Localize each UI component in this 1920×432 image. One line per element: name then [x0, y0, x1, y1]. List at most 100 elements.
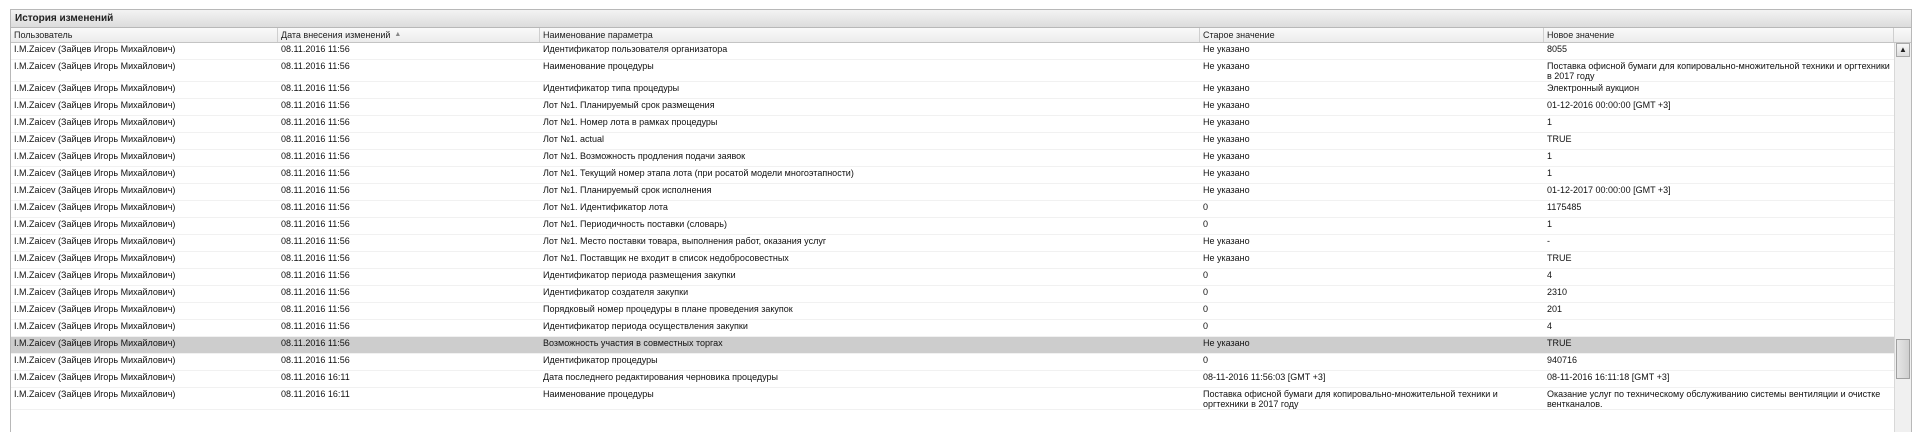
table-row[interactable]: I.M.Zaicev (Зайцев Игорь Михайлович) 08.1…: [11, 43, 1894, 60]
cell-date: 08.11.2016 11:56: [281, 304, 350, 314]
column-header-new[interactable]: Новое значение: [1544, 28, 1894, 42]
cell-old-value: Не указано: [1203, 44, 1250, 54]
cell-date: 08.11.2016 11:56: [281, 61, 350, 71]
cell-param: Порядковый номер процедуры в плане прове…: [543, 304, 793, 314]
cell-new-value: TRUE: [1547, 338, 1572, 348]
table-row[interactable]: I.M.Zaicev (Зайцев Игорь Михайлович) 08.1…: [11, 252, 1894, 269]
column-header-date[interactable]: Дата внесения изменений ▲: [278, 28, 540, 42]
table-row[interactable]: I.M.Zaicev (Зайцев Игорь Михайлович) 08.1…: [11, 320, 1894, 337]
grid-header: Пользователь Дата внесения изменений ▲ На…: [11, 28, 1911, 43]
table-row[interactable]: I.M.Zaicev (Зайцев Игорь Михайлович) 08.1…: [11, 201, 1894, 218]
cell-new-value: 01-12-2016 00:00:00 [GMT +3]: [1547, 100, 1671, 110]
column-header-param[interactable]: Наименование параметра: [540, 28, 1200, 42]
cell-param: Дата последнего редактирования черновика…: [543, 372, 779, 382]
cell-old-value: Не указано: [1203, 236, 1250, 246]
cell-param: Лот №1. Номер лота в рамках процедуры: [543, 117, 718, 127]
cell-user: I.M.Zaicev (Зайцев Игорь Михайлович): [14, 304, 176, 314]
table-row[interactable]: I.M.Zaicev (Зайцев Игорь Михайлович) 08.1…: [11, 388, 1894, 410]
column-header-old[interactable]: Старое значение: [1200, 28, 1544, 42]
cell-param: Наименование процедуры: [543, 61, 654, 71]
cell-date: 08.11.2016 11:56: [281, 134, 350, 144]
table-row[interactable]: I.M.Zaicev (Зайцев Игорь Михайлович) 08.1…: [11, 354, 1894, 371]
cell-old-value: Не указано: [1203, 134, 1250, 144]
table-row[interactable]: I.M.Zaicev (Зайцев Игорь Михайлович) 08.1…: [11, 116, 1894, 133]
cell-new-value: 1: [1547, 117, 1553, 127]
cell-user: I.M.Zaicev (Зайцев Игорь Михайлович): [14, 287, 176, 297]
cell-old-value: 0: [1203, 355, 1209, 365]
cell-date: 08.11.2016 11:56: [281, 338, 350, 348]
header-scroll-spacer: [1894, 28, 1911, 42]
table-row[interactable]: I.M.Zaicev (Зайцев Игорь Михайлович) 08.1…: [11, 235, 1894, 252]
cell-new-value: 1175485: [1547, 202, 1582, 212]
cell-date: 08.11.2016 11:56: [281, 168, 350, 178]
table-row[interactable]: I.M.Zaicev (Зайцев Игорь Михайлович) 08.1…: [11, 60, 1894, 82]
cell-param: Лот №1. Планируемый срок исполнения: [543, 185, 712, 195]
cell-user: I.M.Zaicev (Зайцев Игорь Михайлович): [14, 253, 176, 263]
table-row[interactable]: I.M.Zaicev (Зайцев Игорь Михайлович) 08.1…: [11, 218, 1894, 235]
cell-user: I.M.Zaicev (Зайцев Игорь Михайлович): [14, 83, 176, 93]
cell-new-value: 940716: [1547, 355, 1578, 365]
cell-new-value: 01-12-2017 00:00:00 [GMT +3]: [1547, 185, 1671, 195]
cell-param: Идентификатор периода осуществления заку…: [543, 321, 748, 331]
cell-date: 08.11.2016 11:56: [281, 100, 350, 110]
table-row[interactable]: I.M.Zaicev (Зайцев Игорь Михайлович) 08.1…: [11, 167, 1894, 184]
cell-old-value: 0: [1203, 270, 1209, 280]
cell-user: I.M.Zaicev (Зайцев Игорь Михайлович): [14, 61, 176, 71]
cell-old-value: Не указано: [1203, 61, 1250, 71]
cell-param: Лот №1. Текущий номер этапа лота (при ро…: [543, 168, 854, 178]
sort-ascending-icon: ▲: [394, 31, 402, 38]
table-row[interactable]: I.M.Zaicev (Зайцев Игорь Михайлович) 08.1…: [11, 133, 1894, 150]
cell-new-value: -: [1547, 236, 1550, 246]
cell-user: I.M.Zaicev (Зайцев Игорь Михайлович): [14, 100, 176, 110]
cell-old-value: Не указано: [1203, 168, 1250, 178]
cell-user: I.M.Zaicev (Зайцев Игорь Михайлович): [14, 44, 176, 54]
cell-user: I.M.Zaicev (Зайцев Игорь Михайлович): [14, 389, 176, 399]
cell-user: I.M.Zaicev (Зайцев Игорь Михайлович): [14, 117, 176, 127]
column-header-user[interactable]: Пользователь: [11, 28, 278, 42]
cell-date: 08.11.2016 11:56: [281, 236, 350, 246]
cell-old-value: Не указано: [1203, 100, 1250, 110]
cell-date: 08.11.2016 16:11: [281, 372, 350, 382]
scroll-up-arrow-icon[interactable]: ▲: [1896, 43, 1910, 57]
table-row[interactable]: I.M.Zaicev (Зайцев Игорь Михайлович) 08.1…: [11, 184, 1894, 201]
table-row[interactable]: I.M.Zaicev (Зайцев Игорь Михайлович) 08.1…: [11, 371, 1894, 388]
cell-date: 08.11.2016 11:56: [281, 321, 350, 331]
table-row[interactable]: I.M.Zaicev (Зайцев Игорь Михайлович) 08.1…: [11, 337, 1894, 354]
grid-rows: I.M.Zaicev (Зайцев Игорь Михайлович) 08.1…: [11, 43, 1894, 432]
cell-old-value: Не указано: [1203, 338, 1250, 348]
cell-new-value: 1: [1547, 219, 1553, 229]
cell-param: Лот №1. Планируемый срок размещения: [543, 100, 715, 110]
cell-new-value: 4: [1547, 321, 1553, 331]
cell-old-value: Поставка офисной бумаги для копировально…: [1203, 389, 1498, 409]
cell-new-value: TRUE: [1547, 253, 1572, 263]
cell-new-value: TRUE: [1547, 134, 1572, 144]
cell-new-value: Поставка офисной бумаги для копировально…: [1547, 61, 1890, 81]
table-row[interactable]: I.M.Zaicev (Зайцев Игорь Михайлович) 08.1…: [11, 150, 1894, 167]
cell-user: I.M.Zaicev (Зайцев Игорь Михайлович): [14, 372, 176, 382]
vertical-scrollbar[interactable]: ▲: [1894, 43, 1911, 432]
table-row[interactable]: I.M.Zaicev (Зайцев Игорь Михайлович) 08.1…: [11, 303, 1894, 320]
cell-user: I.M.Zaicev (Зайцев Игорь Михайлович): [14, 185, 176, 195]
cell-user: I.M.Zaicev (Зайцев Игорь Михайлович): [14, 134, 176, 144]
cell-new-value: 4: [1547, 270, 1553, 280]
cell-user: I.M.Zaicev (Зайцев Игорь Михайлович): [14, 219, 176, 229]
cell-user: I.M.Zaicev (Зайцев Игорь Михайлович): [14, 151, 176, 161]
cell-user: I.M.Zaicev (Зайцев Игорь Михайлович): [14, 202, 176, 212]
grid-body: I.M.Zaicev (Зайцев Игорь Михайлович) 08.1…: [11, 43, 1911, 432]
cell-date: 08.11.2016 11:56: [281, 83, 350, 93]
cell-param: Лот №1. actual: [543, 134, 605, 144]
table-row[interactable]: I.M.Zaicev (Зайцев Игорь Михайлович) 08.1…: [11, 99, 1894, 116]
cell-param: Идентификатор создателя закупки: [543, 287, 689, 297]
cell-param: Лот №1. Место поставки товара, выполнени…: [543, 236, 827, 246]
cell-date: 08.11.2016 11:56: [281, 355, 350, 365]
scroll-thumb[interactable]: [1896, 339, 1910, 379]
cell-old-value: 0: [1203, 202, 1209, 212]
cell-date: 08.11.2016 11:56: [281, 44, 350, 54]
cell-param: Идентификатор периода размещения закупки: [543, 270, 736, 280]
cell-user: I.M.Zaicev (Зайцев Игорь Михайлович): [14, 168, 176, 178]
table-row[interactable]: I.M.Zaicev (Зайцев Игорь Михайлович) 08.1…: [11, 269, 1894, 286]
table-row[interactable]: I.M.Zaicev (Зайцев Игорь Михайлович) 08.1…: [11, 286, 1894, 303]
cell-old-value: 0: [1203, 287, 1209, 297]
table-row[interactable]: I.M.Zaicev (Зайцев Игорь Михайлович) 08.1…: [11, 82, 1894, 99]
cell-date: 08.11.2016 11:56: [281, 151, 350, 161]
